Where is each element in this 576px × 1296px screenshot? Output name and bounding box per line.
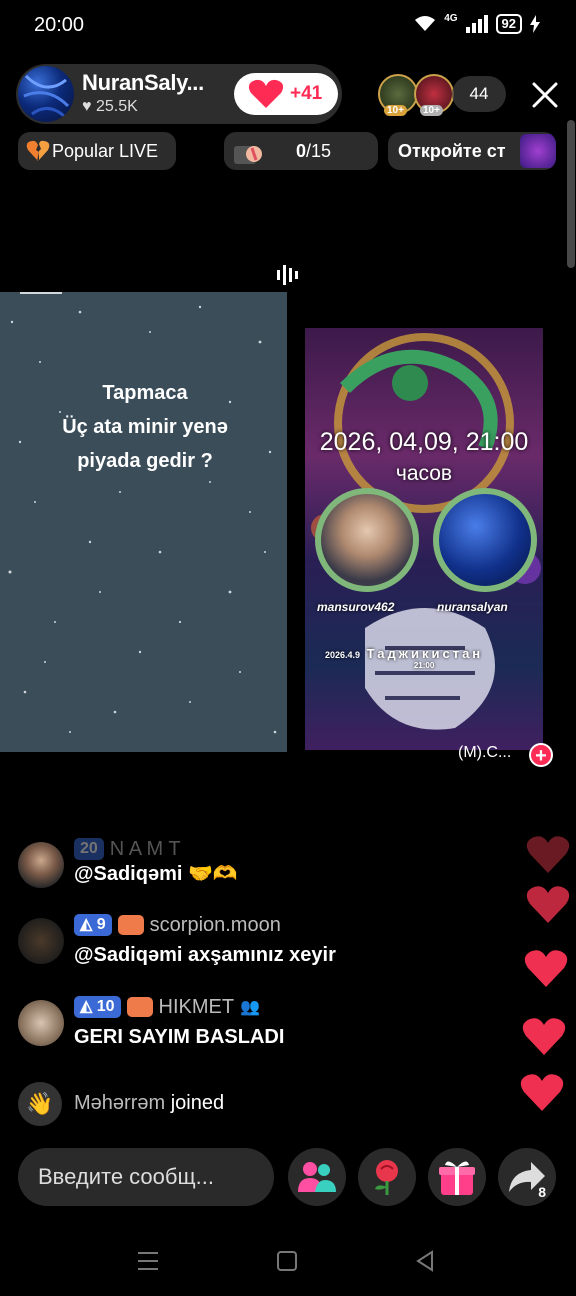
side-scroll-indicator[interactable] bbox=[567, 120, 575, 268]
host-likes-count: 25.5K bbox=[95, 98, 138, 115]
poster-country-name: Таджикистан bbox=[366, 646, 484, 661]
gift-button[interactable] bbox=[428, 1148, 486, 1206]
join-notice: 👋 Məhərrəm joined bbox=[18, 1082, 518, 1128]
goal-current: 0 bbox=[296, 141, 307, 161]
rose-icon bbox=[375, 1160, 398, 1195]
share-button[interactable]: 8 bbox=[498, 1148, 556, 1206]
promo-character-icon bbox=[520, 134, 556, 168]
goal-total: /15 bbox=[306, 141, 332, 161]
poster-hours: часов bbox=[395, 462, 453, 485]
status-icons: 4G 92 bbox=[414, 12, 540, 34]
joined-label: joined bbox=[170, 1092, 225, 1114]
host-likes: ♥ 25.5K bbox=[82, 98, 138, 116]
wifi-icon bbox=[415, 16, 436, 31]
popular-live-label: Popular LIVE bbox=[52, 141, 159, 161]
chat-avatar[interactable] bbox=[18, 1000, 64, 1046]
guest-invite-button[interactable] bbox=[288, 1148, 346, 1206]
chat-text: GERI SAYIM BASLADI bbox=[74, 1026, 285, 1048]
poster-country: 2026.4.9 Таджикистан 21:00 bbox=[325, 646, 483, 670]
people-icon bbox=[298, 1162, 336, 1192]
left-guest-video[interactable]: Tapmaca Üç ata minir yenə piyada gedir ? bbox=[0, 292, 287, 752]
chat-meta: ◭ 9 scorpion.moon bbox=[74, 914, 281, 936]
rose-gift-button[interactable] bbox=[358, 1148, 416, 1206]
add-guest-plus-icon[interactable]: + bbox=[529, 743, 553, 767]
chat-avatar[interactable] bbox=[18, 918, 64, 964]
floating-heart-icon bbox=[520, 1074, 564, 1111]
joined-username: Məhərrəm bbox=[74, 1092, 166, 1114]
charging-icon bbox=[530, 15, 540, 33]
broken-heart-icon bbox=[26, 140, 50, 161]
floating-heart-icon bbox=[526, 836, 570, 873]
audio-wave-icon bbox=[277, 265, 298, 285]
promo-label: Откройте ст bbox=[398, 141, 506, 161]
poster-small-time: 21:00 bbox=[413, 661, 435, 670]
floating-heart-icon bbox=[522, 1018, 566, 1055]
poster-small-date: 2026.4.9 bbox=[325, 650, 361, 660]
riddle-text: Tapmaca Üç ata minir yenə piyada gedir ? bbox=[0, 376, 287, 478]
chat-text: @Sadiqəmi axşamınız xeyir bbox=[74, 944, 336, 966]
snow-particles bbox=[8, 305, 277, 734]
poster-user1-name: mansurov462 bbox=[317, 600, 395, 614]
heart-icon bbox=[248, 79, 284, 108]
riddle-line: Tapmaca bbox=[102, 382, 188, 404]
signal-icon bbox=[465, 15, 488, 33]
follow-count: +41 bbox=[290, 83, 323, 104]
chat-username: HIKMET bbox=[158, 995, 235, 1018]
join-text: Məhərrəm joined bbox=[74, 1092, 224, 1115]
home-nav-icon[interactable] bbox=[276, 1250, 298, 1272]
follow-button[interactable]: +41 bbox=[234, 73, 338, 115]
network-label: 4G bbox=[444, 12, 458, 24]
moderator-icon: 👥 bbox=[240, 999, 261, 1016]
floating-heart-icon bbox=[524, 950, 568, 987]
gift-icon bbox=[439, 1161, 475, 1195]
share-count: 8 bbox=[538, 1184, 546, 1200]
top-viewer-avatar[interactable]: 10+ bbox=[378, 74, 418, 116]
chat-message[interactable]: @Sadiqəmi 🤝🫶 bbox=[18, 842, 518, 892]
host-avatar[interactable] bbox=[18, 66, 74, 122]
viewer-badge: 10+ bbox=[384, 105, 407, 116]
level-badge: ◭ 9 bbox=[74, 914, 112, 936]
message-input[interactable]: Введите сообщ... bbox=[18, 1148, 274, 1206]
top-viewer-avatar[interactable]: 10+ bbox=[414, 74, 454, 116]
fan-badge-icon bbox=[126, 997, 153, 1017]
chat-message[interactable]: ◭ 9 scorpion.moon @Sadiqəmi axşamınız xe… bbox=[18, 914, 518, 966]
guest-name-label[interactable]: (M).C... bbox=[458, 744, 511, 762]
gift-box-icon bbox=[234, 146, 262, 164]
heart-small-icon: ♥ bbox=[82, 98, 92, 115]
poster-user2-name: nuransalyan bbox=[437, 600, 508, 614]
level-number: 10 bbox=[96, 998, 115, 1015]
goal-progress: 0/15 bbox=[296, 132, 331, 170]
riddle-line: Üç ata minir yenə bbox=[62, 416, 228, 438]
chat-username: scorpion.moon bbox=[149, 913, 281, 936]
host-name: NuranSaly... bbox=[82, 70, 204, 95]
chat-text: @Sadiqəmi 🤝🫶 bbox=[74, 863, 238, 885]
viewer-count[interactable]: 44 bbox=[452, 76, 506, 112]
chat-message[interactable]: ◭ 10 HIKMET 👥 GERI SAYIM BASLADI bbox=[18, 996, 518, 1048]
viewer-badge: 10+ bbox=[420, 105, 443, 116]
right-guest-video[interactable]: 2026, 04,09, 21:00 часов mansurov462 nur… bbox=[305, 328, 543, 750]
back-nav-icon[interactable] bbox=[414, 1250, 436, 1272]
goal-chip[interactable]: 0/15 bbox=[224, 132, 378, 170]
poster-date: 2026, 04,09, 21:00 bbox=[319, 428, 529, 456]
level-number: 9 bbox=[96, 916, 106, 933]
status-bar: 20:00 4G 92 bbox=[0, 0, 576, 52]
wave-hand-icon: 👋 bbox=[18, 1082, 62, 1126]
floating-heart-icon bbox=[526, 886, 570, 923]
battery-indicator: 92 bbox=[495, 14, 522, 34]
status-time: 20:00 bbox=[34, 14, 85, 36]
poster-user2-avatar bbox=[433, 488, 537, 592]
fan-badge-icon bbox=[117, 915, 144, 935]
chat-meta: ◭ 10 HIKMET 👥 bbox=[74, 996, 260, 1018]
close-icon[interactable] bbox=[530, 80, 560, 110]
promo-chip[interactable]: Откройте ст bbox=[388, 132, 556, 170]
level-badge: ◭ 10 bbox=[74, 996, 121, 1018]
poster-user1-avatar bbox=[315, 488, 419, 592]
menu-nav-icon[interactable] bbox=[136, 1250, 160, 1272]
chat-avatar[interactable] bbox=[18, 842, 64, 888]
popular-live-chip[interactable]: Popular LIVE bbox=[18, 132, 176, 170]
system-nav-bar bbox=[0, 1230, 576, 1296]
riddle-line: piyada gedir ? bbox=[77, 450, 213, 472]
